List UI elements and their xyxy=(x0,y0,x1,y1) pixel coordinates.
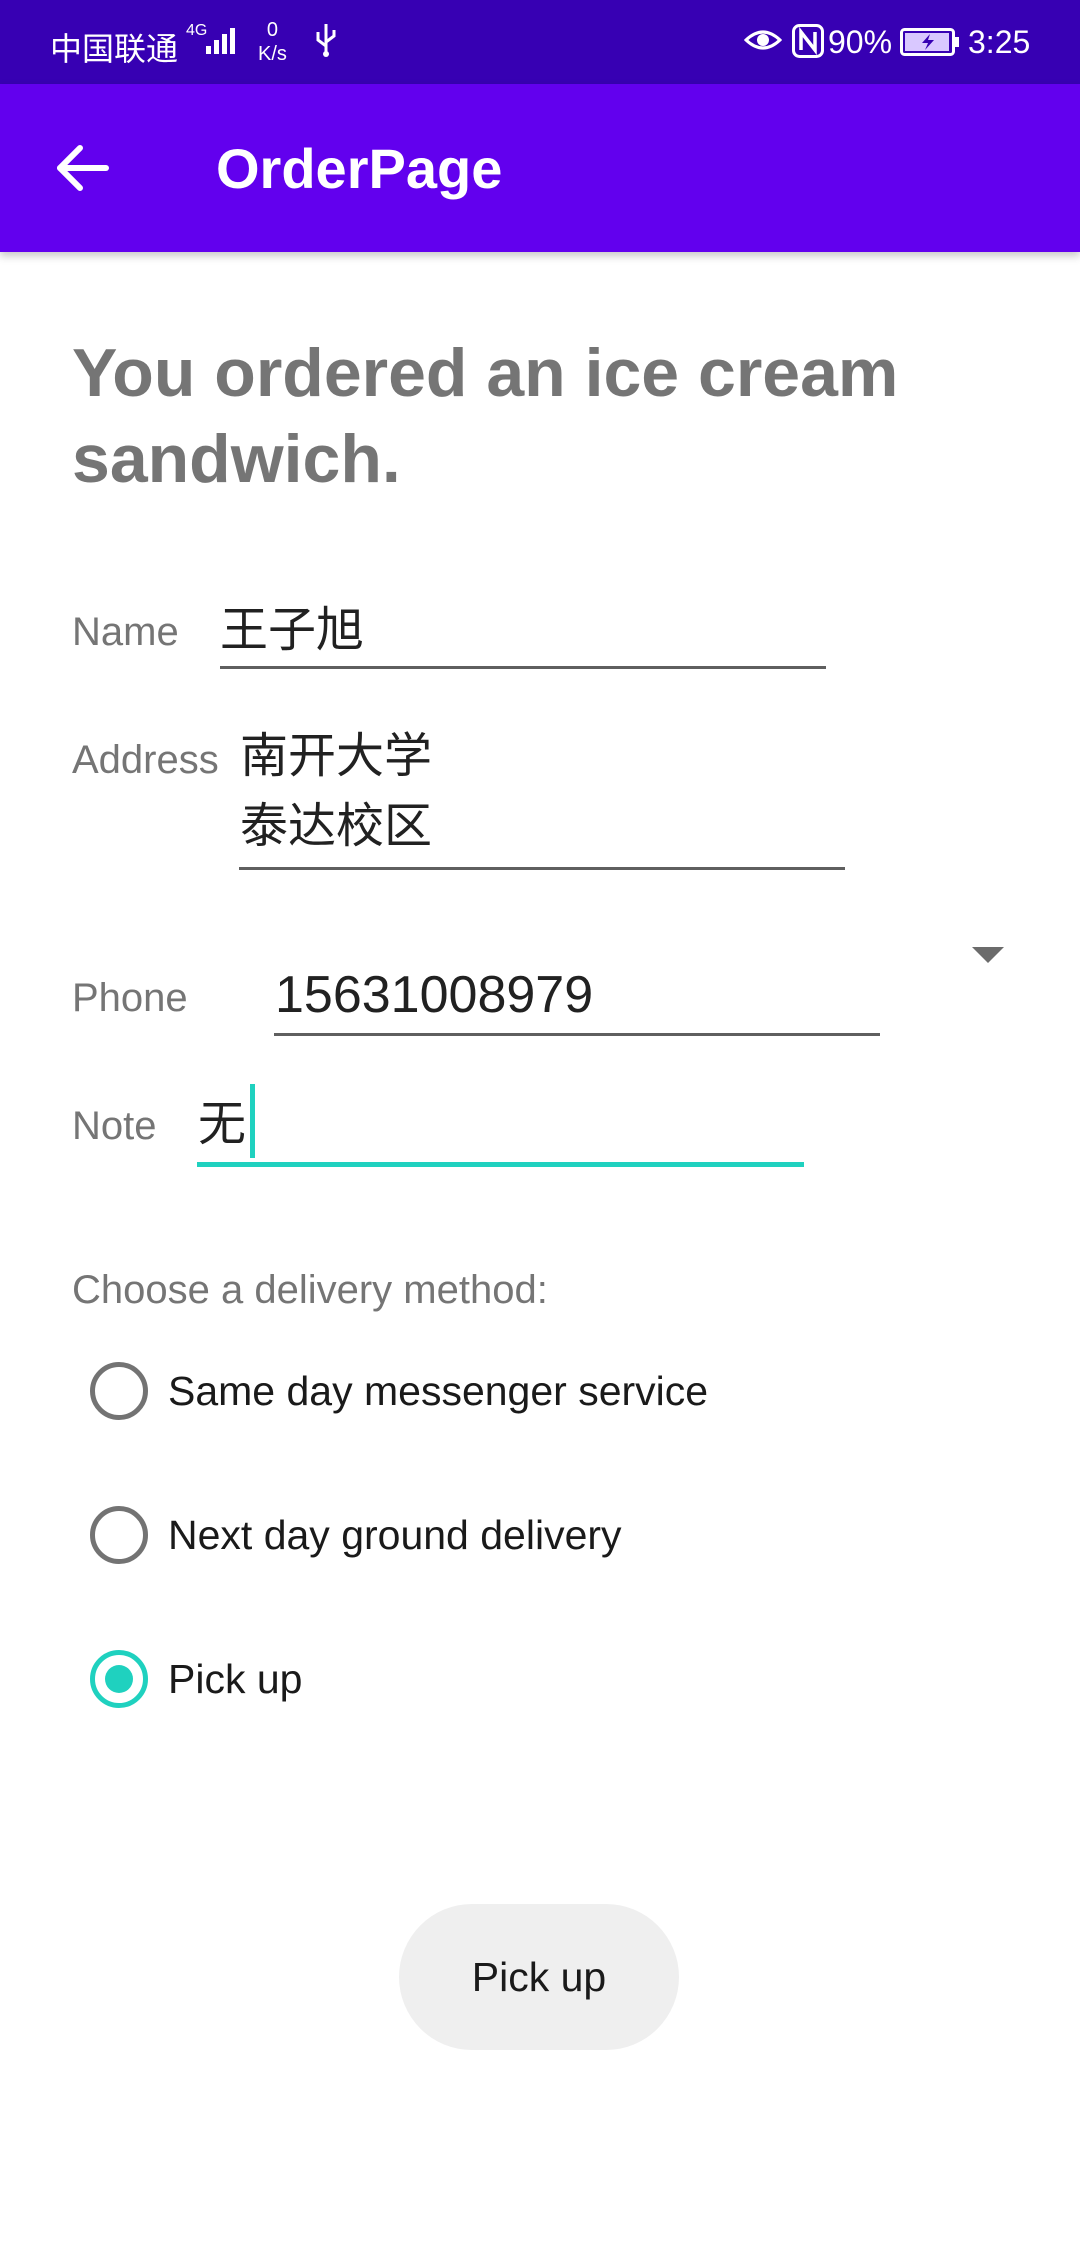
app-bar: OrderPage xyxy=(0,84,1080,252)
address-field-underline xyxy=(239,867,845,870)
radio-label: Pick up xyxy=(168,1656,303,1702)
nfc-icon xyxy=(792,24,824,63)
phone-field[interactable]: 15631008979 xyxy=(275,960,593,1030)
radio-pick-up[interactable]: Pick up xyxy=(86,1634,886,1724)
network-speed: 0 K/s xyxy=(258,18,287,66)
dropdown-arrow-icon[interactable] xyxy=(972,947,1004,963)
radio-button-checked[interactable] xyxy=(90,1650,148,1708)
radio-button-unchecked[interactable] xyxy=(90,1506,148,1564)
network-type: 4G xyxy=(186,22,208,39)
radio-button-unchecked[interactable] xyxy=(90,1362,148,1420)
arrow-left-icon xyxy=(57,145,109,191)
status-bar: 中国联通 4G 0 K/s 90% 3:25 xyxy=(0,0,1080,84)
note-field-underline xyxy=(197,1162,804,1167)
battery-percent: 90% xyxy=(828,24,893,60)
radio-same-day[interactable]: Same day messenger service xyxy=(86,1346,886,1436)
note-field[interactable]: 无 xyxy=(198,1090,246,1160)
usb-icon xyxy=(314,22,338,63)
radio-label: Next day ground delivery xyxy=(168,1512,622,1558)
order-summary-headline: You ordered an ice cream sandwich. xyxy=(72,335,899,497)
phone-label: Phone xyxy=(72,976,188,1020)
battery-charging-icon xyxy=(900,28,960,61)
order-page: 中国联通 4G 0 K/s 90% 3:25 OrderPage You ord… xyxy=(0,0,1080,2244)
delivery-method-label: Choose a delivery method: xyxy=(72,1268,548,1312)
network-speed-unit: K/s xyxy=(258,43,287,65)
back-button[interactable] xyxy=(40,134,128,202)
phone-field-underline xyxy=(274,1033,880,1036)
pick-up-button[interactable]: Pick up xyxy=(399,1904,679,2050)
network-speed-value: 0 xyxy=(266,19,279,41)
carrier-name: 中国联通 xyxy=(50,31,179,67)
page-title: OrderPage xyxy=(216,137,503,200)
note-label: Note xyxy=(72,1104,157,1148)
signal-icon xyxy=(206,26,242,59)
radio-label: Same day messenger service xyxy=(168,1368,709,1414)
name-label: Name xyxy=(72,610,179,654)
name-field-underline xyxy=(220,666,826,669)
name-field[interactable]: 王子旭 xyxy=(220,596,364,666)
text-cursor xyxy=(250,1084,255,1158)
radio-next-day[interactable]: Next day ground delivery xyxy=(86,1490,886,1580)
address-field[interactable]: 南开大学 泰达校区 xyxy=(240,722,432,862)
address-label: Address xyxy=(72,738,219,782)
clock: 3:25 xyxy=(968,24,1031,60)
eye-icon xyxy=(743,26,783,59)
